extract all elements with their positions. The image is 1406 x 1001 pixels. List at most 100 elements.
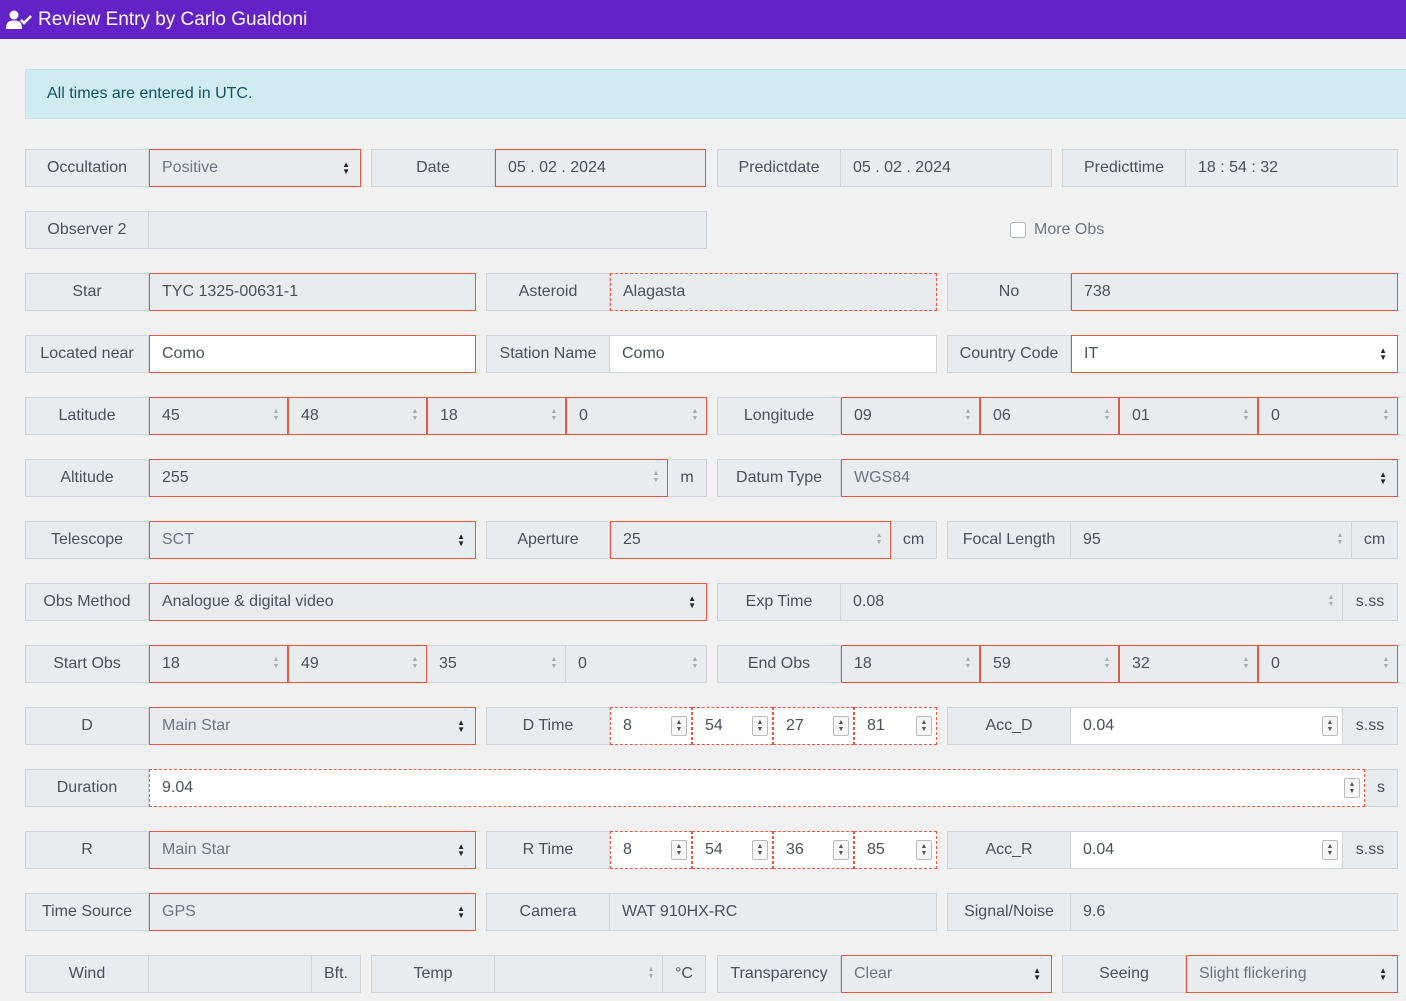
end-obs-sec-input[interactable]: 32 ▲ ▼: [1119, 645, 1258, 683]
r-select[interactable]: Main Star ▲ ▼: [149, 831, 476, 869]
latitude-frac-input[interactable]: 0 ▲ ▼: [566, 397, 707, 435]
spinner-icon[interactable]: ▲ ▼: [646, 966, 656, 982]
spinner-icon[interactable]: ▲ ▼: [690, 408, 700, 424]
spinner-icon[interactable]: ▲ ▼: [549, 408, 559, 424]
station-name-label: Station Name: [486, 335, 610, 373]
spinner-icon[interactable]: ▲ ▼: [671, 716, 687, 736]
spinner-icon[interactable]: ▲ ▼: [671, 840, 687, 860]
spinner-icon[interactable]: ▲ ▼: [271, 408, 281, 424]
predicttime-input[interactable]: 18 : 54 : 32: [1186, 149, 1398, 187]
r-time-frac-input[interactable]: 85 ▲ ▼: [854, 831, 937, 869]
temp-label: Temp: [371, 955, 495, 993]
spinner-icon[interactable]: ▲ ▼: [549, 656, 559, 672]
spinner-icon[interactable]: ▲ ▼: [833, 716, 849, 736]
r-time-min-input[interactable]: 54 ▲ ▼: [692, 831, 773, 869]
spinner-icon[interactable]: ▲ ▼: [752, 840, 768, 860]
duration-input[interactable]: 9.04 ▲ ▼: [149, 769, 1365, 807]
end-obs-min-input[interactable]: 59 ▲ ▼: [980, 645, 1119, 683]
latitude-sec-input[interactable]: 18 ▲ ▼: [427, 397, 566, 435]
datum-type-select[interactable]: WGS84 ▲ ▼: [841, 459, 1398, 497]
acc-d-input[interactable]: 0.04 ▲ ▼: [1071, 707, 1343, 745]
star-input[interactable]: TYC 1325-00631-1: [149, 273, 476, 311]
spinner-icon[interactable]: ▲ ▼: [1102, 408, 1112, 424]
spinner-icon[interactable]: ▲ ▼: [1241, 408, 1251, 424]
latitude-min-input[interactable]: 48 ▲ ▼: [288, 397, 427, 435]
latitude-deg-input[interactable]: 45 ▲ ▼: [149, 397, 288, 435]
spinner-icon[interactable]: ▲ ▼: [752, 716, 768, 736]
occultation-select[interactable]: Positive ▲ ▼: [149, 149, 361, 187]
longitude-deg-input[interactable]: 09 ▲ ▼: [841, 397, 980, 435]
aperture-input[interactable]: 25 ▲ ▼: [610, 521, 891, 559]
r-time-sec-input[interactable]: 36 ▲ ▼: [773, 831, 854, 869]
d-time-min-input[interactable]: 54 ▲ ▼: [692, 707, 773, 745]
end-obs-frac-input[interactable]: 0 ▲ ▼: [1258, 645, 1398, 683]
d-time-label: D Time: [486, 707, 610, 745]
start-obs-sec-input[interactable]: 35 ▲ ▼: [427, 645, 566, 683]
exp-time-group: Exp Time 0.08 ▲ ▼ s.ss: [717, 583, 1398, 621]
spinner-icon[interactable]: ▲ ▼: [1381, 656, 1391, 672]
user-check-icon: [6, 10, 32, 29]
wind-input[interactable]: [149, 955, 312, 993]
more-obs-checkbox[interactable]: More Obs: [1010, 221, 1104, 239]
station-name-input[interactable]: Como: [610, 335, 937, 373]
spinner-icon[interactable]: ▲ ▼: [651, 470, 661, 486]
spinner-icon[interactable]: ▲ ▼: [874, 532, 884, 548]
spinner-icon[interactable]: ▲ ▼: [1335, 532, 1345, 548]
spinner-icon[interactable]: ▲ ▼: [1326, 594, 1336, 610]
no-input[interactable]: 738: [1071, 273, 1398, 311]
spinner-icon[interactable]: ▲ ▼: [1241, 656, 1251, 672]
exp-time-input[interactable]: 0.08 ▲ ▼: [841, 583, 1343, 621]
temp-input[interactable]: ▲ ▼: [495, 955, 663, 993]
row-observer2: Observer 2: [25, 211, 707, 249]
checkbox-box[interactable]: [1010, 222, 1026, 238]
spinner-icon[interactable]: ▲ ▼: [410, 656, 420, 672]
acc-r-input[interactable]: 0.04 ▲ ▼: [1071, 831, 1343, 869]
predictdate-input[interactable]: 05 . 02 . 2024: [841, 149, 1052, 187]
start-obs-frac-input[interactable]: 0 ▲ ▼: [566, 645, 707, 683]
telescope-select[interactable]: SCT ▲ ▼: [149, 521, 476, 559]
d-select[interactable]: Main Star ▲ ▼: [149, 707, 476, 745]
focal-length-input[interactable]: 95 ▲ ▼: [1071, 521, 1352, 559]
spinner-icon[interactable]: ▲ ▼: [916, 716, 932, 736]
spinner-icon[interactable]: ▲ ▼: [916, 840, 932, 860]
d-time-sec-input[interactable]: 27 ▲ ▼: [773, 707, 854, 745]
spinner-icon[interactable]: ▲ ▼: [833, 840, 849, 860]
spinner-icon[interactable]: ▲ ▼: [963, 408, 973, 424]
located-near-input[interactable]: Como: [149, 335, 476, 373]
spinner-icon[interactable]: ▲ ▼: [1322, 840, 1338, 860]
spinner-icon[interactable]: ▲ ▼: [963, 656, 973, 672]
end-obs-hour-input[interactable]: 18 ▲ ▼: [841, 645, 980, 683]
asteroid-input[interactable]: Alagasta: [610, 273, 937, 311]
transparency-select[interactable]: Clear ▲ ▼: [841, 955, 1052, 993]
longitude-sec-input[interactable]: 01 ▲ ▼: [1119, 397, 1258, 435]
spinner-icon[interactable]: ▲ ▼: [1322, 716, 1338, 736]
longitude-min-input[interactable]: 06 ▲ ▼: [980, 397, 1119, 435]
spinner-icon[interactable]: ▲ ▼: [690, 656, 700, 672]
d-time-frac-input[interactable]: 81 ▲ ▼: [854, 707, 937, 745]
obs-method-select[interactable]: Analogue & digital video ▲ ▼: [149, 583, 707, 621]
station-name-group: Station Name Como: [486, 335, 937, 373]
spinner-icon[interactable]: ▲ ▼: [1344, 778, 1360, 798]
start-obs-hour-input[interactable]: 18 ▲ ▼: [149, 645, 288, 683]
time-source-select[interactable]: GPS ▲ ▼: [149, 893, 476, 931]
r-time-hour-input[interactable]: 8 ▲ ▼: [610, 831, 692, 869]
d-time-hour-input[interactable]: 8 ▲ ▼: [610, 707, 692, 745]
focal-length-group: Focal Length 95 ▲ ▼ cm: [947, 521, 1398, 559]
altitude-input[interactable]: 255 ▲ ▼: [149, 459, 668, 497]
seeing-select[interactable]: Slight flickering ▲ ▼: [1186, 955, 1398, 993]
spinner-icon[interactable]: ▲ ▼: [410, 408, 420, 424]
camera-input[interactable]: WAT 910HX-RC: [610, 893, 937, 931]
spinner-icon[interactable]: ▲ ▼: [271, 656, 281, 672]
spinner-icon[interactable]: ▲ ▼: [1102, 656, 1112, 672]
longitude-label: Longitude: [717, 397, 841, 435]
longitude-frac-input[interactable]: 0 ▲ ▼: [1258, 397, 1398, 435]
start-obs-min-input[interactable]: 49 ▲ ▼: [288, 645, 427, 683]
acc-r-unit: s.ss: [1343, 831, 1398, 869]
signal-noise-input[interactable]: 9.6: [1071, 893, 1398, 931]
end-obs-group: End Obs 18 ▲ ▼ 59 ▲ ▼ 32 ▲ ▼ 0 ▲ ▼: [717, 645, 1398, 683]
date-input[interactable]: 05 . 02 . 2024: [495, 149, 706, 187]
observer2-input[interactable]: [149, 211, 707, 249]
row-reappearance: R Main Star ▲ ▼ R Time 8 ▲ ▼ 54 ▲ ▼ 36 ▲ ▼ 85 ▲ ▼…: [25, 831, 1398, 869]
spinner-icon[interactable]: ▲ ▼: [1381, 408, 1391, 424]
country-code-select[interactable]: IT ▲ ▼: [1071, 335, 1398, 373]
